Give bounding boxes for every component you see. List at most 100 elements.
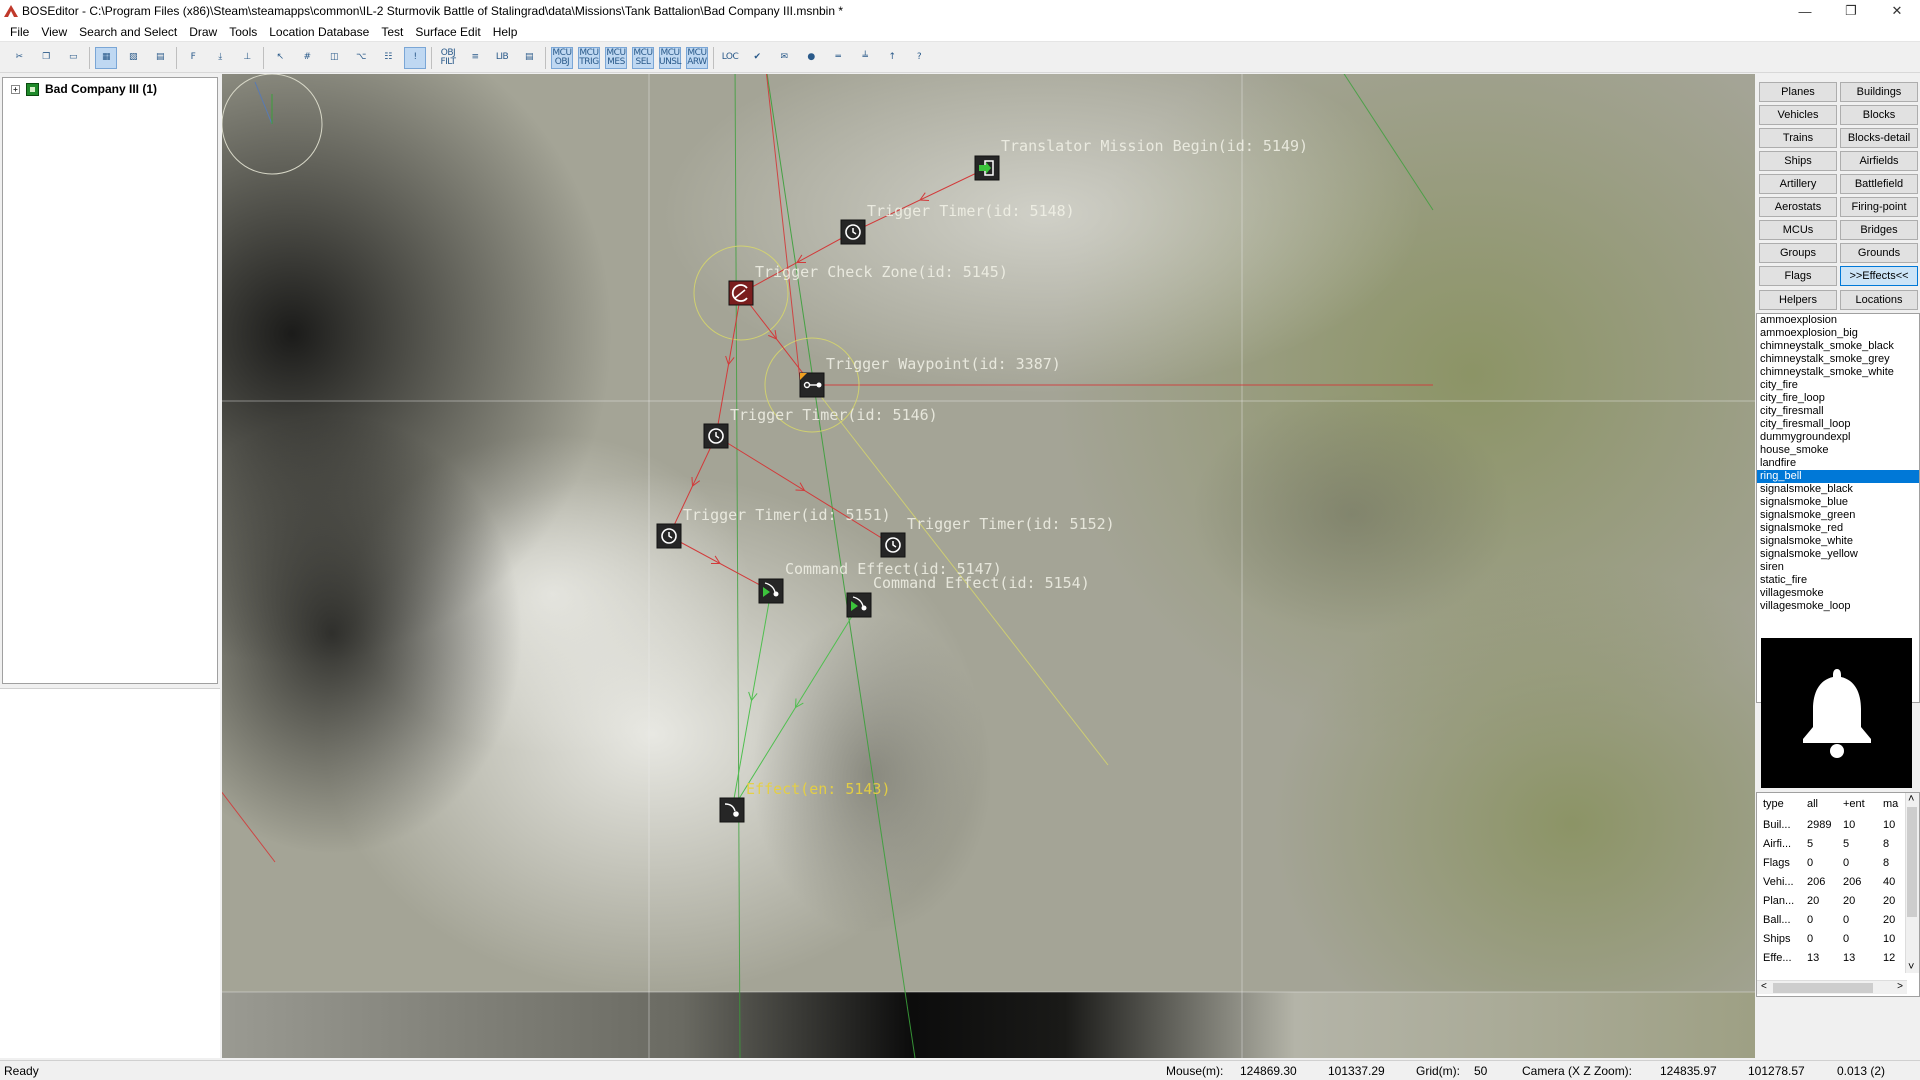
library-icon[interactable]: LIB [491, 47, 513, 69]
tree-root-item[interactable]: + Bad Company III (1) [3, 78, 217, 96]
map-alt-icon[interactable]: ▧ [122, 47, 144, 69]
effect-item-signalsmoke-red[interactable]: signalsmoke_red [1757, 522, 1919, 535]
map-canvas[interactable]: Translator Mission Begin(id: 5149) Trigge… [222, 74, 1755, 1058]
list-icon[interactable]: ≡ [464, 47, 486, 69]
category-vehicles-button[interactable]: Vehicles [1759, 105, 1837, 125]
effect-item-landfire[interactable]: landfire [1757, 457, 1919, 470]
category-planes-button[interactable]: Planes [1759, 82, 1837, 102]
scroll-left-icon[interactable]: < [1761, 981, 1767, 992]
category-firingpoint-button[interactable]: Firing-point [1840, 197, 1918, 217]
stats-column-header[interactable]: ma [1877, 793, 1907, 815]
ground-icon[interactable]: ⊥ [236, 47, 258, 69]
loc-icon[interactable]: LOC [719, 47, 741, 69]
mcu-arrow-icon[interactable]: MCU ARW [686, 46, 708, 69]
table-row[interactable]: Flags 0 0 8 [1757, 853, 1907, 872]
category-aerostats-button[interactable]: Aerostats [1759, 197, 1837, 217]
menu-tools[interactable]: Tools [223, 22, 263, 42]
effect-item-signalsmoke-blue[interactable]: signalsmoke_blue [1757, 496, 1919, 509]
tool-icon[interactable]: ⌥ [350, 47, 372, 69]
menu-view[interactable]: View [35, 22, 73, 42]
mcu-unsel-icon[interactable]: MCU UNSL [659, 46, 682, 69]
effect-item-city-firesmall-loop[interactable]: city_firesmall_loop [1757, 418, 1919, 431]
properties-icon[interactable]: ▤ [518, 47, 540, 69]
category-battlefield-button[interactable]: Battlefield [1840, 174, 1918, 194]
map-viewport[interactable]: Translator Mission Begin(id: 5149) Trigge… [222, 74, 1755, 1058]
effect-item-city-fire[interactable]: city_fire [1757, 379, 1919, 392]
maximize-button[interactable]: ❐ [1828, 0, 1874, 22]
scroll-right-icon[interactable]: > [1897, 981, 1903, 992]
effect-item-chimneystalk-smoke-grey[interactable]: chimneystalk_smoke_grey [1757, 353, 1919, 366]
effect-item-signalsmoke-yellow[interactable]: signalsmoke_yellow [1757, 548, 1919, 561]
effect-item-ring-bell[interactable]: ring_bell [1757, 470, 1919, 483]
copy-icon[interactable]: ❐ [35, 47, 57, 69]
category-grounds-button[interactable]: Grounds [1840, 243, 1918, 263]
filter-icon[interactable]: ☷ [377, 47, 399, 69]
object-filter-icon[interactable]: OBJ FILT [437, 47, 459, 69]
menu-file[interactable]: File [4, 22, 35, 42]
bridge-icon[interactable]: ═ [827, 47, 849, 69]
effect-item-chimneystalk-smoke-black[interactable]: chimneystalk_smoke_black [1757, 340, 1919, 353]
effect-item-chimneystalk-smoke-white[interactable]: chimneystalk_smoke_white [1757, 366, 1919, 379]
tree-expander-icon[interactable]: + [11, 84, 20, 94]
mcu-sel-icon[interactable]: MCU SEL [632, 46, 654, 69]
mission-tree[interactable]: + Bad Company III (1) [2, 77, 218, 684]
table-row[interactable]: Effe... 13 13 12 [1757, 948, 1907, 967]
stats-hscroll-thumb[interactable] [1773, 983, 1873, 993]
category-locations-button[interactable]: Locations [1840, 290, 1918, 310]
effect-item-house-smoke[interactable]: house_smoke [1757, 444, 1919, 457]
category-bridges-button[interactable]: Bridges [1840, 220, 1918, 240]
effect-item-signalsmoke-black[interactable]: signalsmoke_black [1757, 483, 1919, 496]
category-flags-button[interactable]: Flags [1759, 266, 1837, 286]
stats-horizontal-scrollbar[interactable]: < > [1757, 980, 1907, 994]
menu-test[interactable]: Test [375, 22, 409, 42]
effect-item-signalsmoke-green[interactable]: signalsmoke_green [1757, 509, 1919, 522]
menu-location-database[interactable]: Location Database [263, 22, 375, 42]
help-icon[interactable]: ? [908, 47, 930, 69]
menu-help[interactable]: Help [487, 22, 524, 42]
scroll-up-icon[interactable]: ˄ [1908, 793, 1914, 805]
cut-icon[interactable]: ✂ [8, 47, 30, 69]
object-stats-table[interactable]: type all +ent ma Buil... 2989 10 10 Airfi... 5 5 8… [1756, 792, 1920, 997]
category-helpers-button[interactable]: Helpers [1759, 290, 1837, 310]
effect-item-ammoexplosion-big[interactable]: ammoexplosion_big [1757, 327, 1919, 340]
effect-item-siren[interactable]: siren [1757, 561, 1919, 574]
map-icon[interactable]: ▦ [95, 46, 117, 69]
info-icon[interactable]: ! [404, 46, 426, 69]
mcu-trig-icon[interactable]: MCU TRIG [578, 46, 600, 69]
mcu-obj-icon[interactable]: MCU OBJ [551, 46, 573, 69]
stats-vertical-scrollbar[interactable]: ˄ ˅ [1905, 793, 1919, 973]
minimize-button[interactable]: — [1782, 0, 1828, 22]
split-icon[interactable]: ◫ [323, 47, 345, 69]
stats-vscroll-thumb[interactable] [1907, 807, 1917, 917]
download-icon[interactable]: ⤓ [209, 47, 231, 69]
effect-item-dummygroundexpl[interactable]: dummygroundexpl [1757, 431, 1919, 444]
category-airfields-button[interactable]: Airfields [1840, 151, 1918, 171]
close-button[interactable]: ✕ [1874, 0, 1920, 22]
table-row[interactable]: Vehi... 206 206 40 [1757, 872, 1907, 891]
category-buildings-button[interactable]: Buildings [1840, 82, 1918, 102]
category-groups-button[interactable]: Groups [1759, 243, 1837, 263]
category-ships-button[interactable]: Ships [1759, 151, 1837, 171]
menu-search-and-select[interactable]: Search and Select [73, 22, 183, 42]
effect-item-villagesmoke[interactable]: villagesmoke [1757, 587, 1919, 600]
check-icon[interactable]: ✔ [746, 47, 768, 69]
scroll-down-icon[interactable]: ˅ [1908, 961, 1914, 973]
category-effects-button[interactable]: >>Effects<< [1840, 266, 1918, 286]
mcu-node-box[interactable] [846, 592, 872, 618]
mcu-mes-icon[interactable]: MCU MES [605, 46, 627, 69]
select-arrow-icon[interactable]: ↖ [269, 47, 291, 69]
table-row[interactable]: Ball... 0 0 20 [1757, 910, 1907, 929]
effect-item-signalsmoke-white[interactable]: signalsmoke_white [1757, 535, 1919, 548]
terrain-icon[interactable]: ╧ [854, 47, 876, 69]
menu-draw[interactable]: Draw [183, 22, 223, 42]
effect-item-city-fire-loop[interactable]: city_fire_loop [1757, 392, 1919, 405]
category-trains-button[interactable]: Trains [1759, 128, 1837, 148]
mcu-node-box[interactable] [758, 578, 784, 604]
stats-column-header[interactable]: type [1757, 793, 1801, 815]
paste-icon[interactable]: ▭ [62, 47, 84, 69]
effect-item-city-firesmall[interactable]: city_firesmall [1757, 405, 1919, 418]
effect-item-ammoexplosion[interactable]: ammoexplosion [1757, 314, 1919, 327]
green-dot-icon[interactable]: ● [800, 47, 822, 69]
stats-column-header[interactable]: +ent [1837, 793, 1877, 815]
message-icon[interactable]: ✉ [773, 47, 795, 69]
